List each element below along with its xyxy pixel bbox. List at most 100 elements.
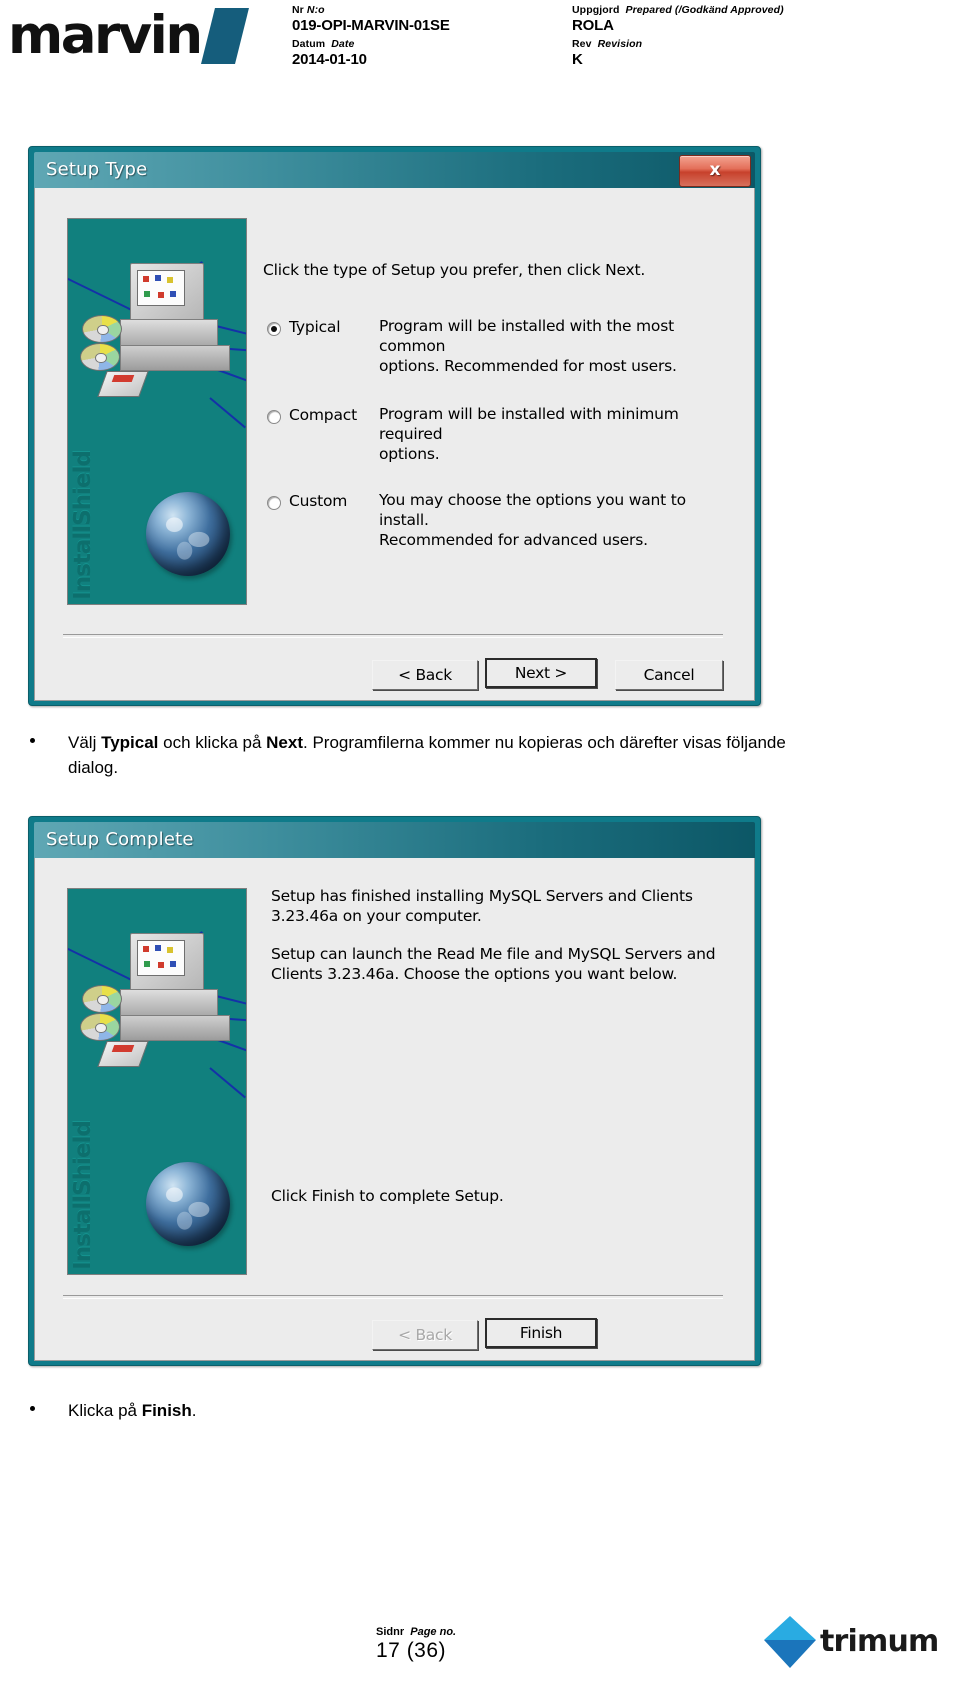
radio-custom[interactable] xyxy=(267,496,281,510)
art2-wire-3 xyxy=(215,995,246,1010)
radio-typical[interactable] xyxy=(267,322,281,336)
option-custom-description: You may choose the options you want to i… xyxy=(379,491,686,549)
art-wire-3 xyxy=(215,325,246,340)
art2-computer-base xyxy=(120,1015,230,1041)
setup-type-dialog: Setup Type x InstallShield Click the typ… xyxy=(28,146,761,706)
art2-computer-case xyxy=(120,989,218,1017)
instruction-note-2-text: Klicka på Finish. xyxy=(68,1398,530,1423)
trimum-diamond-icon xyxy=(764,1616,816,1668)
option-compact-description: Program will be installed with minimum r… xyxy=(379,405,679,463)
header-field-number-label-sv: Nr xyxy=(292,4,304,16)
footer-page-label: Sidnr Page no. xyxy=(376,1626,456,1638)
trimum-logo: trimum xyxy=(764,1612,954,1672)
option-typical-label: Typical xyxy=(289,318,341,336)
art-wire-5 xyxy=(217,369,246,387)
installshield-artwork: InstallShield xyxy=(67,218,247,605)
art2-cd-icon-2 xyxy=(80,1013,120,1041)
trimum-logo-text: trimum xyxy=(820,1624,939,1659)
art2-screen-dot-6 xyxy=(170,961,176,967)
art2-monitor-screen xyxy=(137,940,185,976)
header-field-prepared-label: Uppgjord Prepared (/Godkänd Approved) xyxy=(572,4,784,16)
footer-page-label-sv: Sidnr xyxy=(376,1626,405,1638)
header-field-number: Nr N:o 019-OPI-MARVIN-01SE xyxy=(292,4,450,34)
note1-part-1: Typical xyxy=(101,733,159,752)
footer-page-label-en: Page no. xyxy=(410,1626,457,1638)
setup-type-prompt: Click the type of Setup you prefer, then… xyxy=(263,261,646,279)
option-custom-label: Custom xyxy=(289,492,348,510)
header-field-revision: Rev Revision K xyxy=(572,38,642,68)
art2-monitor-icon xyxy=(130,933,204,995)
art-cd-icon-2 xyxy=(80,343,120,371)
art-floppy-icon xyxy=(97,371,149,397)
next-button[interactable]: Next > xyxy=(485,658,597,688)
installshield-label-2: InstallShield xyxy=(70,1121,96,1270)
header-field-number-label: Nr N:o xyxy=(292,4,450,16)
art2-wire-6 xyxy=(209,1067,246,1099)
option-compact-label: Compact xyxy=(289,406,357,424)
setup-complete-paragraph-1: Setup has finished installing MySQL Serv… xyxy=(271,887,693,925)
art2-screen-dot-2 xyxy=(155,945,161,951)
back-button-2: < Back xyxy=(372,1320,478,1350)
header-field-prepared-value: ROLA xyxy=(572,17,614,34)
bullet-icon-2 xyxy=(30,1406,35,1411)
finish-button[interactable]: Finish xyxy=(485,1318,597,1348)
header-field-date-label: Datum Date xyxy=(292,38,367,50)
note2-part-2: . xyxy=(191,1401,197,1420)
setup-type-body: InstallShield Click the type of Setup yo… xyxy=(34,188,755,701)
footer-page-value: 17 (36) xyxy=(376,1639,447,1662)
art2-floppy-icon xyxy=(97,1041,149,1067)
header-field-date-value: 2014-01-10 xyxy=(292,51,367,68)
instruction-note-1-text: Välj Typical och klicka på Next. Program… xyxy=(68,730,840,780)
art-screen-dot-5 xyxy=(158,292,164,298)
installshield-label: InstallShield xyxy=(70,451,96,600)
header-field-date: Datum Date 2014-01-10 xyxy=(292,38,367,68)
setup-type-titlebar: Setup Type x xyxy=(34,152,755,188)
art-wire-6 xyxy=(209,397,246,429)
header-field-date-label-en: Date xyxy=(331,38,355,50)
art-cd-icon-1 xyxy=(82,315,122,343)
art2-globe-icon xyxy=(146,1162,230,1246)
art-screen-dot-4 xyxy=(144,291,150,297)
art2-screen-dot-4 xyxy=(144,961,150,967)
header-field-date-label-sv: Datum xyxy=(292,38,326,50)
setup-complete-body: InstallShield Setup has finished install… xyxy=(34,858,755,1361)
art-globe-icon xyxy=(146,492,230,576)
art-monitor-icon xyxy=(130,263,204,325)
note2-part-1: Finish xyxy=(141,1401,192,1420)
art2-cd-icon-1 xyxy=(82,985,122,1013)
option-typical-description: Program will be installed with the most … xyxy=(379,317,677,375)
header-field-number-value: 019-OPI-MARVIN-01SE xyxy=(292,17,450,34)
header-field-revision-label-en: Revision xyxy=(597,38,643,50)
document-header: marvin Nr N:o 019-OPI-MARVIN-01SE Datum … xyxy=(0,0,960,95)
setup-complete-dialog: Setup Complete InstallShield Setup has f… xyxy=(28,816,761,1366)
note1-part-3: Next xyxy=(266,733,303,752)
marvin-logo-slash xyxy=(201,8,249,64)
setup-complete-paragraph-2: Setup can launch the Read Me file and My… xyxy=(271,945,716,983)
setup-complete-paragraph-3: Click Finish to complete Setup. xyxy=(271,1187,504,1205)
trimum-diamond-top xyxy=(764,1616,816,1640)
marvin-logo-text: marvin xyxy=(8,5,203,66)
instruction-note-1: Välj Typical och klicka på Next. Program… xyxy=(30,730,840,780)
trimum-diamond-bottom xyxy=(764,1640,816,1668)
art-screen-dot-6 xyxy=(170,291,176,297)
setup-type-title: Setup Type xyxy=(46,159,148,180)
art-computer-case xyxy=(120,319,218,347)
art-monitor-screen xyxy=(137,270,185,306)
footer-page-number: Sidnr Page no. 17 (36) xyxy=(376,1626,456,1663)
art-screen-dot-3 xyxy=(167,277,173,283)
header-field-revision-value: K xyxy=(572,51,583,68)
art2-wire-5 xyxy=(217,1039,246,1057)
close-icon[interactable]: x xyxy=(679,155,751,187)
marvin-logo: marvin xyxy=(8,6,258,66)
setup-complete-title: Setup Complete xyxy=(46,829,194,850)
header-field-revision-label: Rev Revision xyxy=(572,38,642,50)
note1-part-0: Välj xyxy=(68,733,102,752)
header-field-prepared-label-sv: Uppgjord xyxy=(572,4,620,16)
cancel-button[interactable]: Cancel xyxy=(615,660,723,690)
note1-part-2: och klicka på xyxy=(158,733,267,752)
note2-part-0: Klicka på xyxy=(68,1401,142,1420)
radio-compact[interactable] xyxy=(267,410,281,424)
art2-screen-dot-5 xyxy=(158,962,164,968)
back-button[interactable]: < Back xyxy=(372,660,478,690)
header-field-number-label-en: N:o xyxy=(306,4,325,16)
